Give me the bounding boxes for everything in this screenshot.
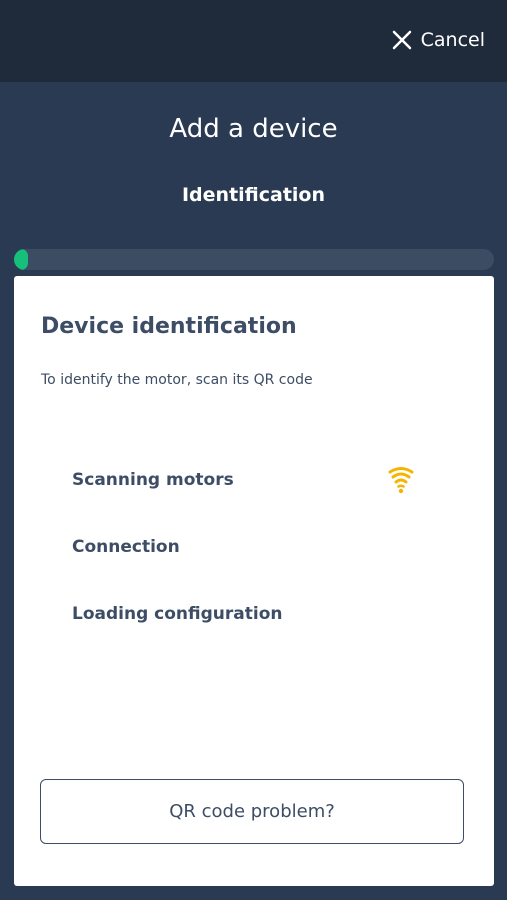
step-loading-configuration: Loading configuration [72,604,283,624]
card-heading: Device identification [41,314,297,339]
cancel-label: Cancel [420,29,485,51]
cancel-button[interactable]: Cancel [392,29,485,51]
top-bar: Cancel [0,0,507,82]
close-icon [392,30,411,50]
progress-fill [14,249,28,270]
qr-code-problem-button[interactable]: QR code problem? [40,779,464,844]
progress-bar [14,249,494,270]
page-title: Add a device [169,114,338,144]
wifi-scanning-icon [388,467,414,494]
step-subtitle: Identification [181,184,326,206]
step-connection: Connection [72,537,180,557]
identification-card: Device identification To identify the mo… [14,276,494,886]
card-description: To identify the motor, scan its QR code [41,372,313,388]
step-scanning-motors: Scanning motors [72,470,234,490]
